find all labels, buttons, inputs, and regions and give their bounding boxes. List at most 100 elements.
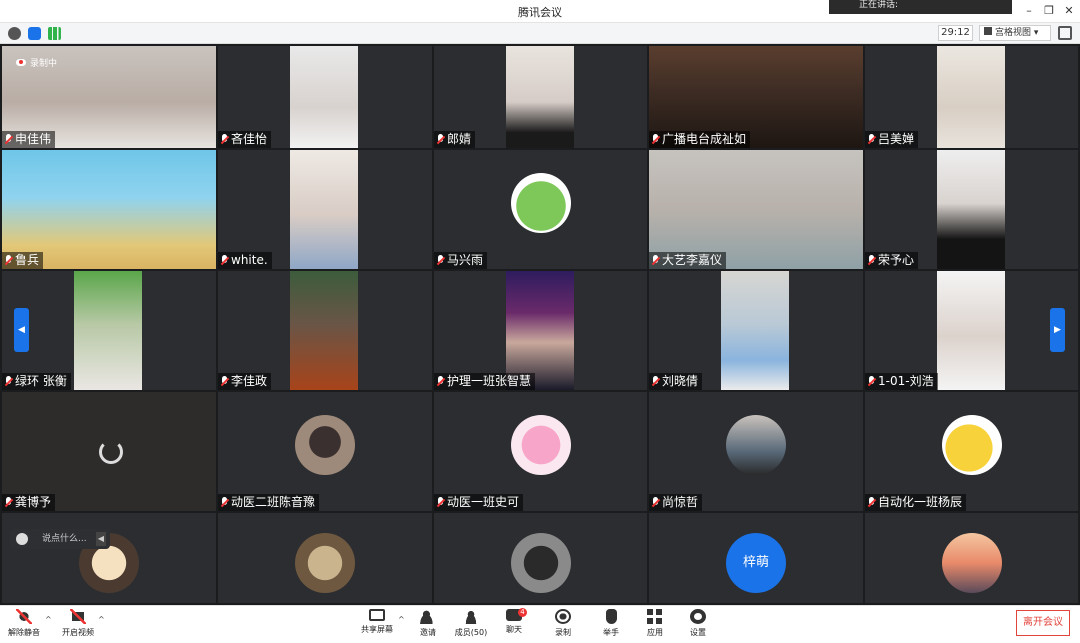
participant-tile[interactable] [218,513,432,603]
record-button[interactable]: 录制 [541,608,585,642]
participant-nametag: 马兴雨 [434,252,488,269]
participant-tile[interactable]: 1-01-刘浩 [865,271,1078,390]
audio-options-chevron-icon[interactable]: ^ [45,615,52,624]
members-button[interactable]: 成员(50) [449,608,493,642]
participant-tile[interactable]: 申佳伟 录制中 [2,46,216,148]
participant-tile[interactable]: 吝佳怡 [218,46,432,148]
view-mode-button[interactable]: 宫格视图 ▾ [979,25,1051,41]
participant-name: 吕美婵 [878,132,915,146]
mic-muted-icon [4,134,13,145]
chat-placeholder: 说点什么... [42,534,87,544]
participant-tile[interactable]: 鲁兵 [2,150,216,269]
chat-unread-badge: 4 [518,608,527,617]
close-button[interactable]: ✕ [1059,3,1079,19]
collapse-chat-icon[interactable]: ◀ [96,532,106,546]
fullscreen-icon[interactable] [1058,26,1072,40]
participant-nametag: 动医二班陈音豫 [218,494,320,511]
participant-name: 李佳政 [231,374,268,388]
info-icon[interactable] [8,27,21,40]
mic-muted-icon [651,497,660,508]
chat-input[interactable]: 说点什么... ◀ [10,529,110,549]
participant-tile[interactable] [865,513,1078,603]
chat-label: 聊天 [506,625,522,634]
participant-tile[interactable]: 大艺李嘉仪 [649,150,863,269]
emoji-icon[interactable] [16,533,28,545]
participant-name: 大艺李嘉仪 [662,253,723,267]
recording-label: 录制中 [30,59,58,69]
chat-button[interactable]: 4 聊天 [492,608,536,642]
mic-muted-icon [436,255,445,266]
participant-name: 龚博予 [15,495,52,509]
participant-video [937,150,1005,269]
participant-tile[interactable] [2,513,216,603]
share-screen-icon [369,609,385,621]
participant-name: 郎婧 [447,132,472,146]
meeting-window: 腾讯会议 正在讲话: – ❐ ✕ 29:12 宫格视图 ▾ 申佳伟 录制中 吝佳怡 郎… [0,0,1080,643]
speaking-indicator: 正在讲话: [829,0,1012,14]
participant-tile[interactable]: 马兴雨 [434,150,647,269]
loading-spinner-icon [99,440,123,464]
mic-muted-icon [867,497,876,508]
participant-name: 动医一班史可 [447,495,520,509]
title-bar: 腾讯会议 正在讲话: – ❐ ✕ [0,0,1080,23]
participant-nametag: white. [218,252,272,269]
participant-tile[interactable]: 绿环 张衡 [2,271,216,390]
participant-name: white. [231,253,268,267]
mic-muted-icon [651,255,660,266]
maximize-button[interactable]: ❐ [1039,3,1059,19]
video-options-chevron-icon[interactable]: ^ [98,615,105,624]
unmute-button[interactable]: 解除静音 [2,608,46,642]
participant-tile[interactable]: 尚惊哲 [649,392,863,511]
next-page-button[interactable]: ▶ [1050,308,1065,352]
participant-avatar [511,173,571,233]
share-screen-button[interactable]: 共享屏幕 [355,608,399,642]
participant-tile[interactable]: 自动化一班杨辰 [865,392,1078,511]
participant-avatar: 梓萌 [726,533,786,593]
participant-nametag: 自动化一班杨辰 [865,494,967,511]
shield-icon[interactable] [28,27,41,40]
hand-icon [605,609,617,624]
participant-tile[interactable]: 龚博予 [2,392,216,511]
invite-button[interactable]: 邀请 [406,608,450,642]
participant-tile[interactable]: 李佳政 [218,271,432,390]
minimize-button[interactable]: – [1019,3,1039,19]
participant-nametag: 大艺李嘉仪 [649,252,727,269]
leave-meeting-button[interactable]: 离开会议 [1016,610,1070,636]
share-screen-label: 共享屏幕 [361,625,393,634]
raise-hand-button[interactable]: 举手 [589,608,633,642]
settings-button[interactable]: 设置 [676,608,720,642]
video-grid: 申佳伟 录制中 吝佳怡 郎婧 广播电台成祉如 吕美婵鲁兵 white. 马兴雨 大艺李嘉仪 荣予心… [0,44,1080,605]
apps-button[interactable]: 应用 [633,608,677,642]
participant-tile[interactable]: 荣予心 [865,150,1078,269]
participant-tile[interactable]: 动医一班史可 [434,392,647,511]
participant-tile[interactable]: 刘晓倩 [649,271,863,390]
mic-muted-icon [651,134,660,145]
participant-name: 刘晓倩 [662,374,699,388]
participant-tile[interactable]: 护理一班张智慧 [434,271,647,390]
recording-cloud-icon [16,59,26,66]
participant-name: 尚惊哲 [662,495,699,509]
participant-video [506,46,574,148]
participant-name: 广播电台成祉如 [662,132,747,146]
participant-tile[interactable]: 吕美婵 [865,46,1078,148]
members-icon [463,609,479,624]
participant-video [721,271,789,390]
raise-hand-label: 举手 [603,628,619,637]
start-video-button[interactable]: 开启视频 [56,608,100,642]
mic-muted-icon [436,134,445,145]
participant-tile[interactable]: 动医二班陈音豫 [218,392,432,511]
mic-muted-icon [436,376,445,387]
participant-tile[interactable]: white. [218,150,432,269]
participant-tile[interactable]: 梓萌 [649,513,863,603]
participant-tile[interactable]: 广播电台成祉如 [649,46,863,148]
prev-page-button[interactable]: ◀ [14,308,29,352]
mic-muted-icon [220,134,229,145]
participant-avatar [295,533,355,593]
share-options-chevron-icon[interactable]: ^ [398,615,405,624]
participant-tile[interactable] [434,513,647,603]
participant-avatar [942,533,1002,593]
participant-tile[interactable]: 郎婧 [434,46,647,148]
signal-icon[interactable] [48,27,61,40]
members-label: 成员(50) [454,628,488,637]
chevron-down-icon: ▾ [1033,28,1039,38]
